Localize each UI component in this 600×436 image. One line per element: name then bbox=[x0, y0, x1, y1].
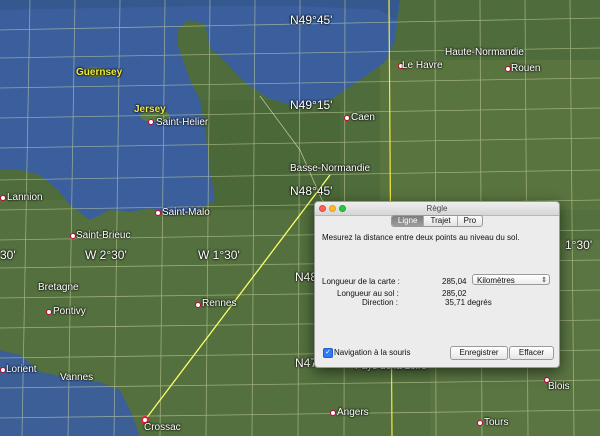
tab-bar: Ligne Trajet Pro bbox=[390, 215, 484, 227]
place-label: Crossac bbox=[144, 422, 181, 433]
tab-pro[interactable]: Pro bbox=[458, 216, 482, 226]
place-label: Bretagne bbox=[38, 282, 79, 293]
place-label: Tours bbox=[484, 417, 509, 428]
clear-button[interactable]: Effacer bbox=[509, 346, 554, 360]
chevron-updown-icon: ⇕ bbox=[541, 277, 547, 284]
city-marker[interactable] bbox=[344, 115, 350, 121]
lat-label: N49°45' bbox=[290, 13, 333, 27]
lat-label: N48°45' bbox=[290, 184, 333, 198]
city-marker[interactable] bbox=[46, 309, 52, 315]
city-marker[interactable] bbox=[0, 195, 6, 201]
unit-select[interactable]: Kilomètres ⇕ bbox=[472, 274, 550, 285]
place-label: Jersey bbox=[134, 104, 166, 115]
map-length-value: 285,04 bbox=[442, 277, 467, 286]
place-label: Haute-Normandie bbox=[445, 47, 524, 58]
place-label: Saint-Helier bbox=[156, 117, 209, 128]
city-marker[interactable] bbox=[155, 210, 161, 216]
place-label: Saint-Brieuc bbox=[76, 230, 131, 241]
city-marker[interactable] bbox=[477, 420, 483, 426]
place-label: Saint-Malo bbox=[162, 207, 210, 218]
place-label: Basse-Normandie bbox=[290, 163, 371, 174]
description-text: Mesurez la distance entre deux points au… bbox=[322, 233, 520, 242]
lon-label: 1°30' bbox=[565, 238, 593, 252]
city-marker[interactable] bbox=[195, 302, 201, 308]
ruler-dialog: Règle Ligne Trajet Pro Mesurez la distan… bbox=[314, 201, 560, 368]
map-length-label: Longueur de la carte : bbox=[322, 277, 400, 286]
dialog-title: Règle bbox=[426, 204, 448, 213]
lat-label: N49°15' bbox=[290, 98, 333, 112]
lon-label: 30' bbox=[0, 248, 16, 262]
save-button[interactable]: Enregistrer bbox=[450, 346, 508, 360]
tab-trajet[interactable]: Trajet bbox=[424, 216, 458, 226]
place-label: Guernsey bbox=[76, 67, 123, 78]
unit-select-value: Kilomètres bbox=[477, 276, 515, 285]
place-label: Rennes bbox=[202, 298, 237, 309]
direction-label: Direction : bbox=[362, 298, 399, 307]
lon-label: W 2°30' bbox=[85, 248, 127, 262]
tab-ligne[interactable]: Ligne bbox=[391, 216, 425, 226]
place-label: Lorient bbox=[6, 364, 37, 375]
ground-length-value: 285,02 bbox=[442, 289, 467, 298]
lon-label: W 1°30' bbox=[198, 248, 240, 262]
place-label: Caen bbox=[351, 112, 375, 123]
mouse-navigation-label: Navigation à la souris bbox=[334, 348, 411, 357]
place-label: Pontivy bbox=[53, 306, 86, 317]
place-label: Lannion bbox=[7, 192, 43, 203]
city-marker[interactable] bbox=[330, 410, 336, 416]
dialog-titlebar[interactable]: Règle bbox=[315, 202, 559, 216]
city-marker[interactable] bbox=[148, 119, 154, 125]
place-label: Rouen bbox=[511, 63, 541, 74]
place-label: Angers bbox=[337, 407, 369, 418]
direction-value: 35,71 degrés bbox=[445, 298, 492, 307]
place-label: Vannes bbox=[60, 372, 94, 383]
place-label: Blois bbox=[548, 381, 570, 392]
place-label: Le Havre bbox=[402, 60, 443, 71]
ground-length-label: Longueur au sol : bbox=[337, 289, 399, 298]
mouse-navigation-checkbox[interactable]: ✓ bbox=[323, 348, 333, 358]
